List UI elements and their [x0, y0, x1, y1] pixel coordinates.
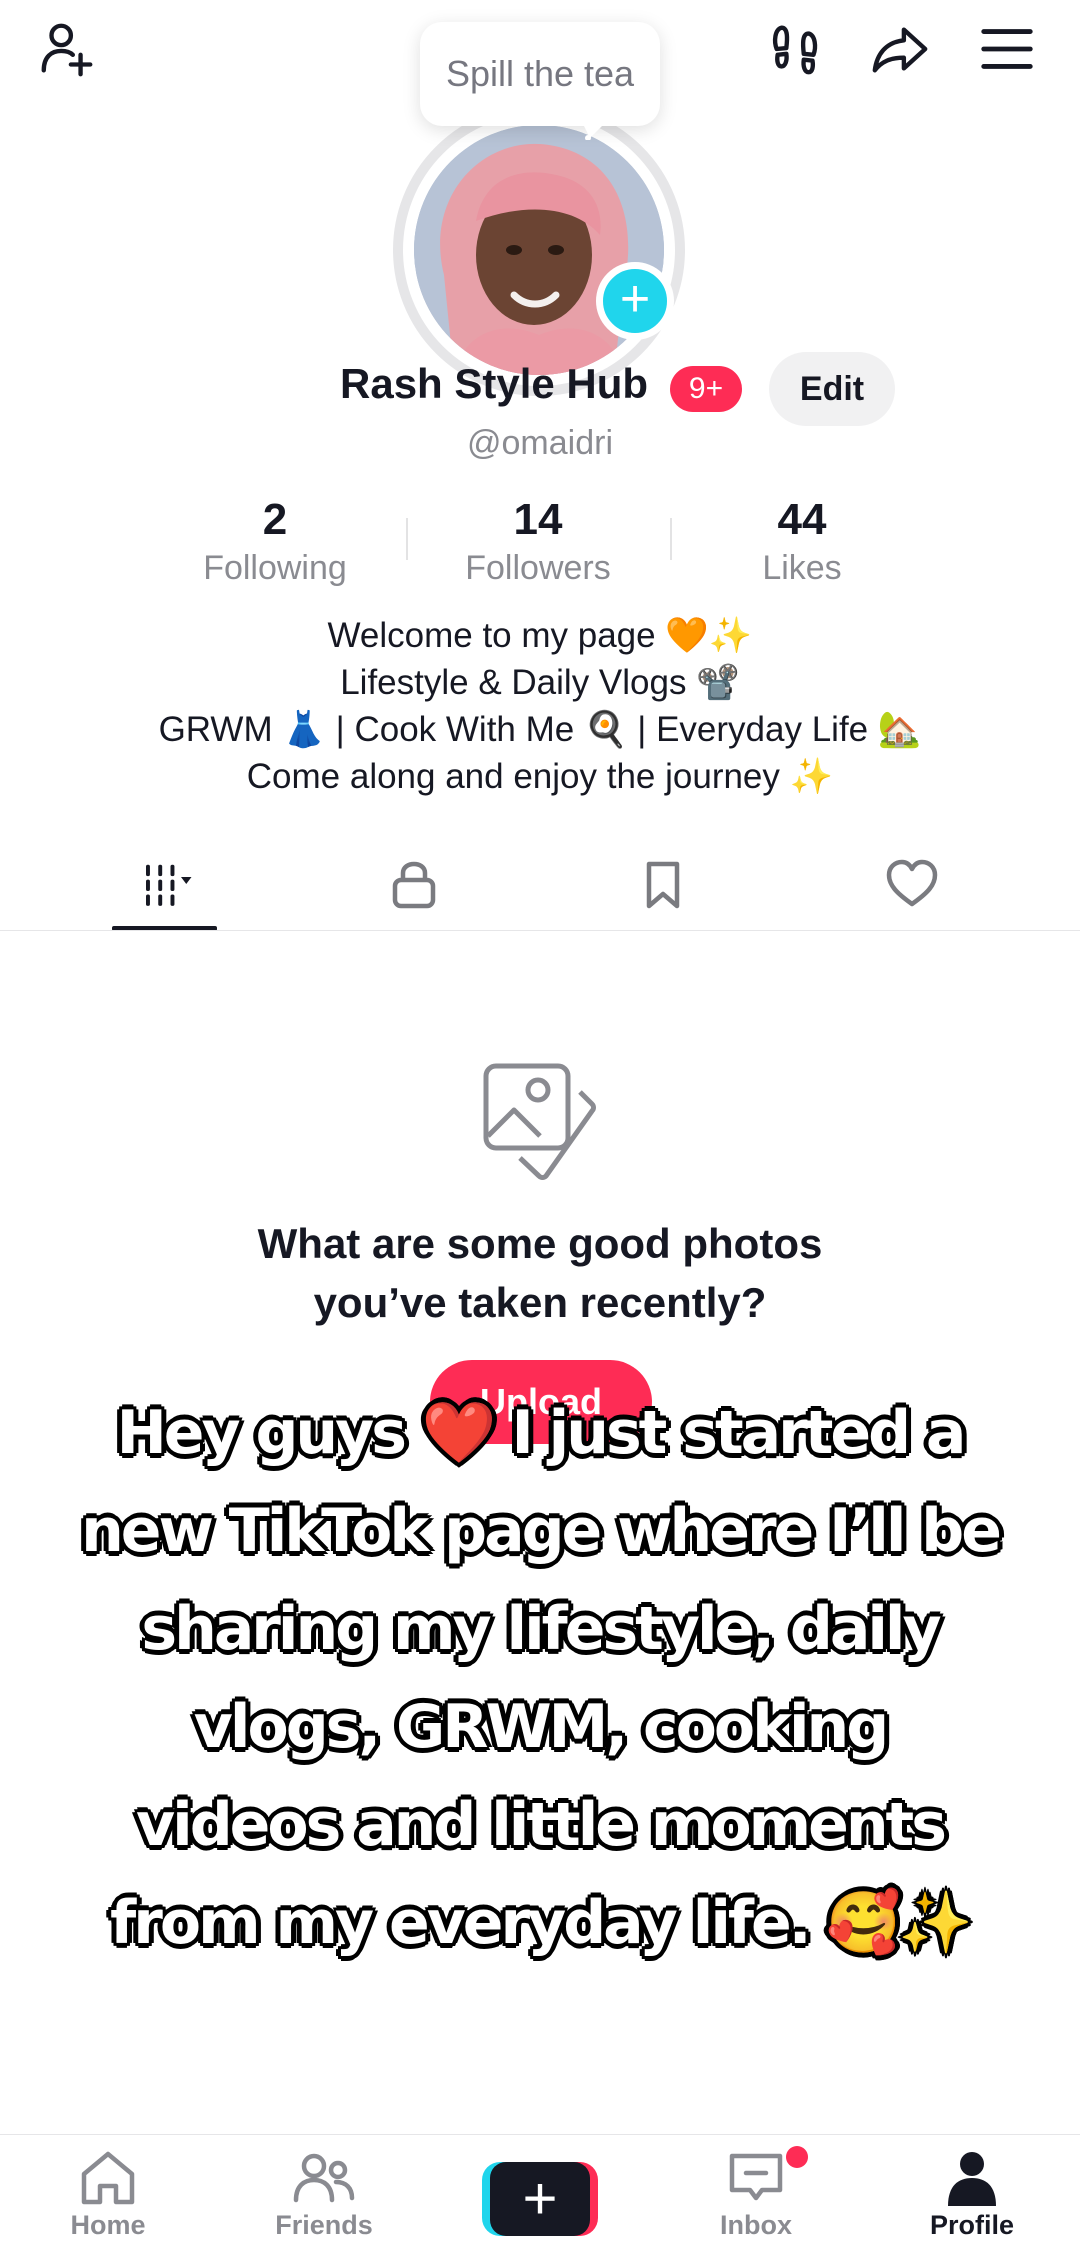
stat-value: 2 — [262, 495, 288, 544]
caption-line: vlogs, GRWM, cooking — [193, 1692, 889, 1762]
stat-value: 14 — [513, 495, 563, 544]
empty-state-line: What are some good photos — [257, 1220, 823, 1267]
bubble-tail — [580, 118, 610, 140]
home-icon — [81, 2151, 135, 2205]
nav-friends[interactable]: Friends — [234, 2148, 414, 2248]
photos-icon — [483, 1063, 596, 1180]
create-plus-icon: + — [490, 2162, 590, 2236]
plus-icon: + — [619, 270, 651, 328]
stat-divider — [406, 518, 408, 560]
friends-icon — [293, 2153, 355, 2203]
stat-value: 44 — [777, 495, 827, 544]
person-plus-icon — [41, 23, 93, 77]
caption-line: new TikTok page where I’ll be — [81, 1496, 1002, 1566]
create-button[interactable]: + — [482, 2162, 598, 2236]
notification-badge[interactable]: 9+ — [670, 366, 742, 412]
profile-handle: @omaidri — [467, 424, 613, 462]
footprints-icon — [772, 25, 818, 75]
profile-icon — [948, 2152, 996, 2206]
stat-following[interactable]: 2 Following — [155, 494, 395, 590]
add-avatar-button[interactable]: + — [596, 262, 674, 340]
caption-line: sharing my lifestyle, daily — [141, 1594, 941, 1664]
stat-label: Following — [203, 549, 347, 587]
tab-divider — [0, 930, 1080, 931]
bookmark-icon — [646, 861, 680, 909]
nav-label: Home — [70, 2210, 146, 2240]
nav-label: Friends — [275, 2210, 373, 2240]
footprints-button[interactable] — [762, 14, 832, 84]
edit-profile-button[interactable]: Edit — [769, 352, 895, 426]
nav-home[interactable]: Home — [18, 2148, 198, 2248]
caption-line: videos and little moments — [136, 1790, 947, 1860]
caption-overlay: Hey guys ❤️ I just started a new TikTok … — [30, 1384, 1050, 1972]
share-arrow-icon — [872, 27, 928, 73]
tab-saved[interactable] — [618, 846, 708, 922]
caption-line: Hey guys ❤️ I just started a — [116, 1398, 967, 1468]
nav-profile[interactable]: Profile — [882, 2148, 1062, 2248]
menu-button[interactable] — [972, 14, 1042, 84]
stat-likes[interactable]: 44 Likes — [682, 494, 922, 590]
bottom-nav-divider — [0, 2134, 1080, 2135]
stat-followers[interactable]: 14 Followers — [418, 494, 658, 590]
hamburger-menu-icon — [981, 29, 1033, 69]
empty-state-line: you’ve taken recently? — [313, 1279, 767, 1326]
grid-videos-icon — [146, 864, 192, 906]
tab-liked[interactable] — [867, 846, 957, 922]
add-friend-button[interactable] — [32, 14, 102, 84]
tab-private[interactable] — [369, 846, 459, 922]
bio-line: GRWM 👗 | Cook With Me 🍳 | Everyday Life … — [158, 710, 922, 749]
heart-icon — [886, 859, 938, 907]
nav-label: Profile — [929, 2210, 1015, 2240]
bio-line: Come along and enjoy the journey ✨ — [246, 757, 834, 796]
tab-videos[interactable] — [122, 846, 212, 922]
empty-state-title: What are some good photos you’ve taken r… — [0, 1214, 1080, 1332]
bio-line: Welcome to my page 🧡✨ — [327, 616, 753, 655]
stat-label: Likes — [762, 549, 842, 587]
inbox-notification-dot — [786, 2146, 808, 2168]
profile-name: Rash Style Hub — [340, 360, 649, 407]
nav-inbox[interactable]: Inbox — [666, 2148, 846, 2248]
bio-line: Lifestyle & Daily Vlogs 📽️ — [340, 663, 740, 702]
stat-label: Followers — [465, 549, 611, 587]
caption-line: from my everyday life. 🥰✨ — [110, 1888, 973, 1958]
note-bubble[interactable]: Spill the tea — [420, 22, 660, 126]
nav-label: Inbox — [720, 2210, 792, 2240]
lock-icon — [392, 861, 436, 909]
profile-bio: Welcome to my page 🧡✨ Lifestyle & Daily … — [0, 612, 1080, 800]
stat-divider — [670, 518, 672, 560]
note-bubble-text: Spill the tea — [445, 53, 635, 94]
share-button[interactable] — [865, 14, 935, 84]
inbox-icon — [729, 2153, 783, 2201]
